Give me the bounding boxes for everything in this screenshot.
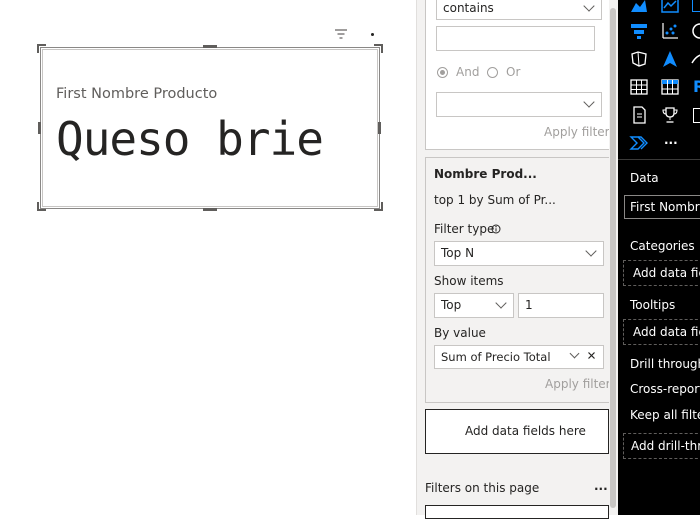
area-chart-icon[interactable] [629,0,649,16]
drill-through-label: Drill through [630,357,700,371]
resize-handle-top[interactable] [203,45,217,48]
operator-value: contains [443,1,494,15]
chevron-down-icon [583,96,595,108]
operator-dropdown[interactable]: contains [436,0,602,20]
pie-chart-icon[interactable] [690,21,700,41]
power-automate-icon[interactable] [629,133,649,153]
and-radio-label: And [456,65,480,79]
categories-well-label: Categories [630,239,695,253]
resize-handle-right[interactable] [378,122,381,134]
more-options-icon[interactable] [371,33,374,36]
add-data-fields-label: Add data fields here [465,424,586,438]
r-visual-icon[interactable]: R [693,77,700,97]
apply-filter-button[interactable]: Apply filter [544,125,610,139]
filled-map-icon[interactable] [629,49,649,69]
tooltips-well-label: Tooltips [630,298,676,312]
filter-type-label: Filter type [434,222,495,236]
and-radio[interactable] [437,67,448,78]
more-visuals-icon[interactable]: ... [664,133,678,147]
show-items-label: Show items [434,274,504,288]
filter-type-dropdown[interactable]: Top N [434,241,604,266]
by-value-field-text: Sum of Precio Total [441,350,551,364]
filter-type-value: Top N [441,246,475,260]
by-value-field[interactable]: Sum of Precio Total [434,345,604,369]
categories-placeholder: Add data fiel [633,266,700,280]
tooltips-placeholder: Add data fiel [633,325,700,339]
resize-handle-left[interactable] [38,122,41,134]
page-filters-heading: Filters on this page [425,481,540,495]
filter-card-summary: top 1 by Sum of Pr... [434,193,556,207]
card-category-label: First Nombre Producto [56,86,218,102]
matrix-icon[interactable] [660,77,680,97]
filter-card-title[interactable]: Nombre Prod... [434,167,537,181]
apply-filter-button-nombre[interactable]: Apply filter [545,377,611,391]
show-items-direction-dropdown[interactable]: Top [434,293,514,318]
cross-report-label: Cross-report [630,382,700,396]
line-chart-icon[interactable] [660,0,680,16]
or-radio-label: Or [506,65,521,79]
filter-value-input[interactable] [436,26,595,51]
resize-handle-bottom-left[interactable] [37,202,46,211]
info-icon[interactable] [491,224,501,234]
keep-all-filters-label: Keep all filters [630,408,700,422]
chevron-down-icon [495,297,507,309]
azure-map-icon[interactable] [660,49,680,69]
page-filters-more-icon[interactable]: ... [594,479,608,493]
resize-handle-top-right[interactable] [374,44,383,53]
funnel-chart-icon[interactable] [629,21,649,41]
scatter-chart-icon[interactable] [660,21,680,41]
data-well-label: Data [630,171,659,185]
page-filters-well[interactable] [425,505,609,519]
filters-scrollbar-thumb[interactable] [610,8,616,508]
by-value-label: By value [434,326,486,340]
show-items-count-input[interactable]: 1 [518,293,604,318]
resize-handle-bottom[interactable] [203,208,217,211]
viz-divider [618,159,700,160]
table-icon[interactable] [629,77,649,97]
trophy-icon[interactable] [660,105,680,125]
chevron-down-icon [585,245,597,257]
chevron-down-icon [583,0,595,12]
card-value: Queso brie [56,112,324,166]
data-field-text: First Nombre [630,200,700,214]
gallery-partial-icon[interactable] [692,0,700,12]
filter-icon[interactable] [333,28,349,40]
gauge-partial-icon[interactable] [690,49,700,69]
or-radio[interactable] [487,67,498,78]
drill-through-placeholder: Add drill-thro [631,439,700,453]
show-items-direction-value: Top [441,298,462,312]
resize-handle-top-left[interactable] [37,44,46,53]
partial-visual-icon[interactable] [693,108,700,123]
resize-handle-bottom-right[interactable] [374,202,383,211]
paginated-report-icon[interactable] [629,105,649,125]
second-operator-dropdown[interactable] [436,92,602,117]
remove-field-icon[interactable] [587,351,596,360]
